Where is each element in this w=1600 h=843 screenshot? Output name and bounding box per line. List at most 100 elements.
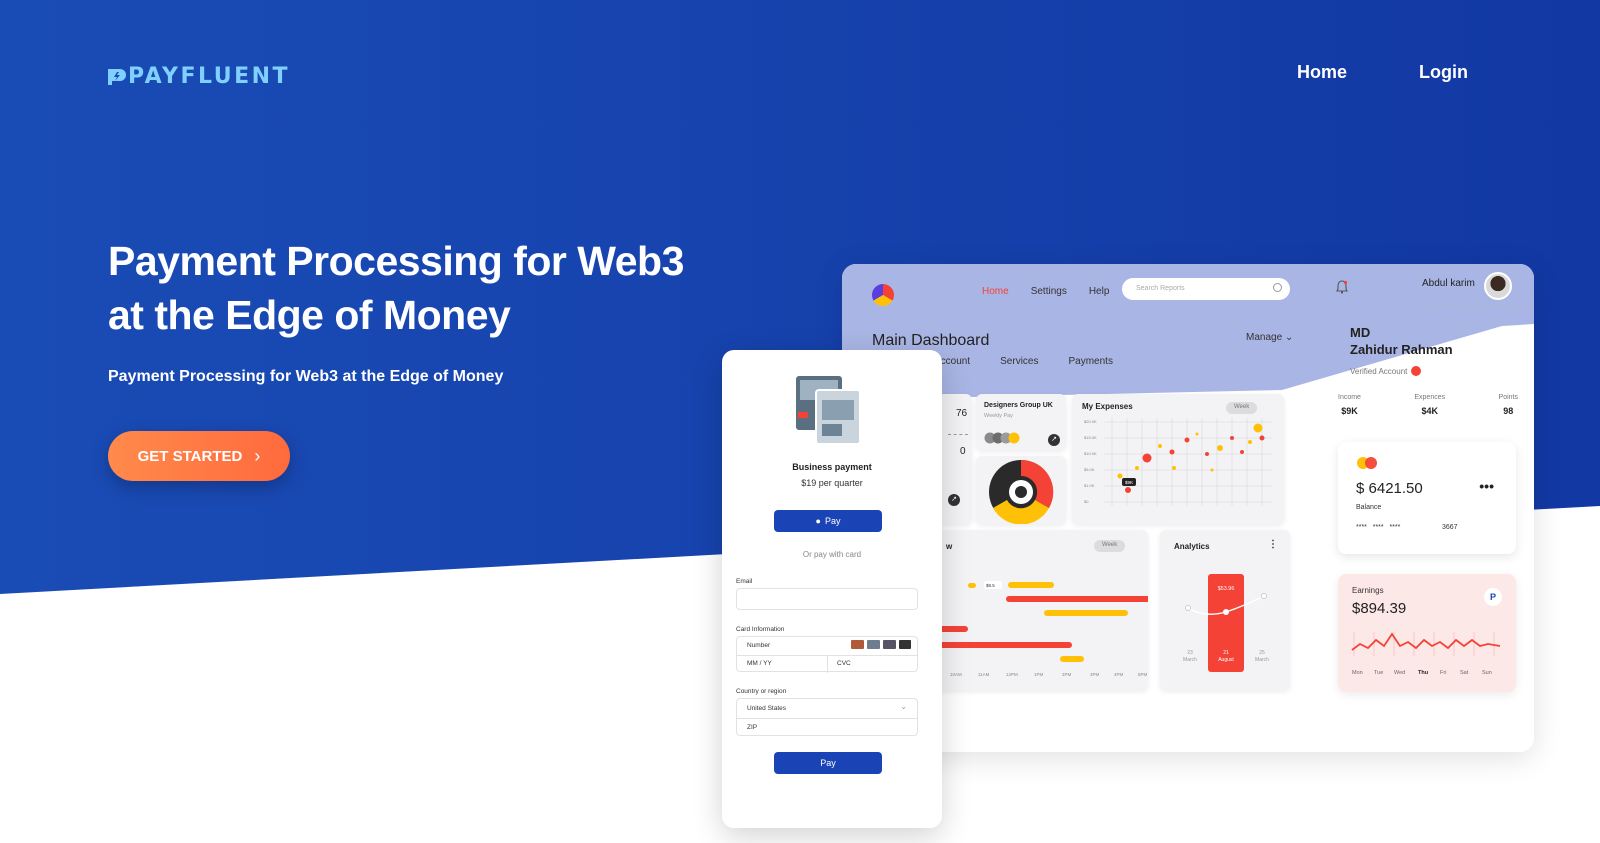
check-icon <box>1411 366 1422 376</box>
earnings-card: Earnings $894.39 P Mon Tue Wed Thu Fri S… <box>1338 574 1516 692</box>
hero-headline: Payment Processing for Web3 at the Edge … <box>108 234 788 342</box>
email-label: Email <box>736 578 753 585</box>
balance-amount: $ 6421.50 <box>1356 480 1423 497</box>
earnings-sparkline: Mon Tue Wed Thu Fri Sat Sun <box>1351 632 1501 676</box>
hero-subheadline: Payment Processing for Web3 at the Edge … <box>108 368 504 385</box>
manage-label: Manage <box>1246 332 1283 343</box>
dashboard-user-name: Abdul karim <box>1422 278 1475 289</box>
points-value: 98 <box>1503 406 1514 416</box>
earnings-day: Thu <box>1418 670 1428 676</box>
get-started-button[interactable]: GET STARTED › <box>108 431 290 481</box>
earnings-day: Tue <box>1374 670 1383 676</box>
analytics-left-day: 23 <box>1187 650 1193 656</box>
analytics-right-day: 25 <box>1259 650 1265 656</box>
card-cvc-field[interactable]: CVC <box>837 660 851 667</box>
more-horizontal-icon[interactable]: ••• <box>1479 478 1494 494</box>
wallet-pay-button[interactable]: ● Pay <box>774 510 882 532</box>
arrow-icon[interactable]: ↗ <box>948 494 960 506</box>
x-tick: 10AM <box>950 672 962 677</box>
manage-dropdown[interactable]: Manage ⌄ <box>1246 332 1293 343</box>
tab-payments[interactable]: Payments <box>1069 356 1113 367</box>
bell-icon[interactable] <box>1336 280 1348 297</box>
points-label: Points <box>1498 394 1518 401</box>
y-tick: $1.0K <box>1084 483 1095 488</box>
get-started-label: GET STARTED <box>137 447 243 465</box>
logo-mark-icon <box>108 68 126 85</box>
stat-value-1: 76 <box>956 408 968 419</box>
expences-label: Expences <box>1414 394 1446 401</box>
nav-home-link[interactable]: Home <box>1297 62 1347 83</box>
expences-stat: Expences $4K <box>1414 394 1445 416</box>
country-select[interactable]: United States <box>747 705 786 712</box>
earnings-day: Sun <box>1482 670 1492 676</box>
designers-group-title: Designers Group UK <box>984 402 1053 409</box>
chevron-down-icon: ⌄ <box>900 702 907 711</box>
checkout-phone-mockup: Business payment $19 per quarter ● Pay O… <box>722 350 942 828</box>
dashboard-search-placeholder: Search Reports <box>1136 285 1185 292</box>
stat-divider <box>948 434 968 435</box>
email-field[interactable] <box>736 588 918 610</box>
income-stat: Income $9K <box>1338 394 1361 416</box>
nav-login-link[interactable]: Login <box>1419 62 1468 83</box>
dashboard-title: Main Dashboard <box>872 332 990 349</box>
chevron-right-icon: › <box>254 445 261 466</box>
arrow-icon[interactable]: ↗ <box>1048 434 1060 446</box>
brand-logo[interactable]: PAYFLUENT <box>108 64 290 89</box>
y-tick: $20.0K <box>1084 419 1097 424</box>
dashboard-tabs: Account Services Payments <box>934 356 1113 367</box>
earnings-day: Wed <box>1394 670 1405 676</box>
income-value: $9K <box>1341 406 1358 416</box>
profile-name-line-1: MD <box>1350 325 1371 340</box>
dashboard-search-input[interactable]: Search Reports <box>1122 278 1290 300</box>
mastercard-icon <box>1357 457 1377 469</box>
expenses-tag: $9K <box>1125 480 1133 485</box>
balance-card: $ 6421.50 ••• Balance **** **** **** 366… <box>1338 442 1516 554</box>
hero-headline-line-2: at the Edge of Money <box>108 292 511 338</box>
analytics-value: $53.96 <box>1218 586 1235 592</box>
x-tick: 2PM <box>1062 672 1072 677</box>
zip-field[interactable]: ZIP <box>747 724 757 731</box>
card-masked-number: **** **** **** <box>1356 524 1401 531</box>
points-stat: Points 98 <box>1499 394 1518 416</box>
avatar[interactable] <box>1484 272 1512 300</box>
business-payment-title: Business payment <box>792 462 872 472</box>
stat-value-2: 0 <box>960 446 966 457</box>
pay-button[interactable]: Pay <box>774 752 882 774</box>
tab-services[interactable]: Services <box>1000 356 1038 367</box>
y-tick: $15.0K <box>1084 435 1097 440</box>
x-tick: 3PM <box>1090 672 1100 677</box>
dashboard-mockup: Home Settings Help Search Reports Abdul … <box>842 264 1534 752</box>
dashboard-nav: Home Settings Help <box>982 286 1109 297</box>
designers-group-subtitle: Weekly Pay <box>984 413 1013 419</box>
x-tick: 5PM <box>1138 672 1148 677</box>
hero-headline-line-1: Payment Processing for Web3 <box>108 238 684 284</box>
analytics-chart: $53.96 23 March 21 August 25 March <box>1183 574 1269 672</box>
earnings-day: Fri <box>1440 670 1446 676</box>
analytics-right-month: March <box>1255 657 1269 663</box>
wallet-pay-label: Pay <box>824 516 841 526</box>
y-tick: $5.0K <box>1084 467 1095 472</box>
x-tick: 11AM <box>978 672 990 677</box>
analytics-left-month: March <box>1183 657 1197 663</box>
card-brand-icons <box>851 640 911 649</box>
card-vertical-divider <box>827 655 828 673</box>
dashboard-nav-settings[interactable]: Settings <box>1031 286 1067 297</box>
analytics-mid-month: August <box>1218 657 1234 663</box>
verified-badge: Verified Account <box>1350 366 1422 376</box>
x-tick: 1PM <box>1034 672 1044 677</box>
country-zip-group: United States ⌄ ZIP <box>736 698 918 736</box>
earnings-day: Sat <box>1460 670 1469 676</box>
dashboard-logo-icon <box>872 284 894 306</box>
card-expiry-field[interactable]: MM / YY <box>747 660 772 667</box>
card-last4: 3667 <box>1442 524 1458 531</box>
card-number-field[interactable]: Number <box>747 642 770 649</box>
balance-label: Balance <box>1356 504 1382 511</box>
analytics-card: Analytics ⋮ $53.96 23 March 21 August 25… <box>1160 530 1290 690</box>
y-tick: $0 <box>1084 499 1089 504</box>
dashboard-nav-help[interactable]: Help <box>1089 286 1110 297</box>
or-pay-with-card: Or pay with card <box>802 550 862 559</box>
country-label: Country or region <box>736 688 787 695</box>
brand-name: PAYFLUENT <box>128 64 291 89</box>
dashboard-nav-home[interactable]: Home <box>982 286 1009 297</box>
analytics-mid-day: 21 <box>1223 650 1229 656</box>
